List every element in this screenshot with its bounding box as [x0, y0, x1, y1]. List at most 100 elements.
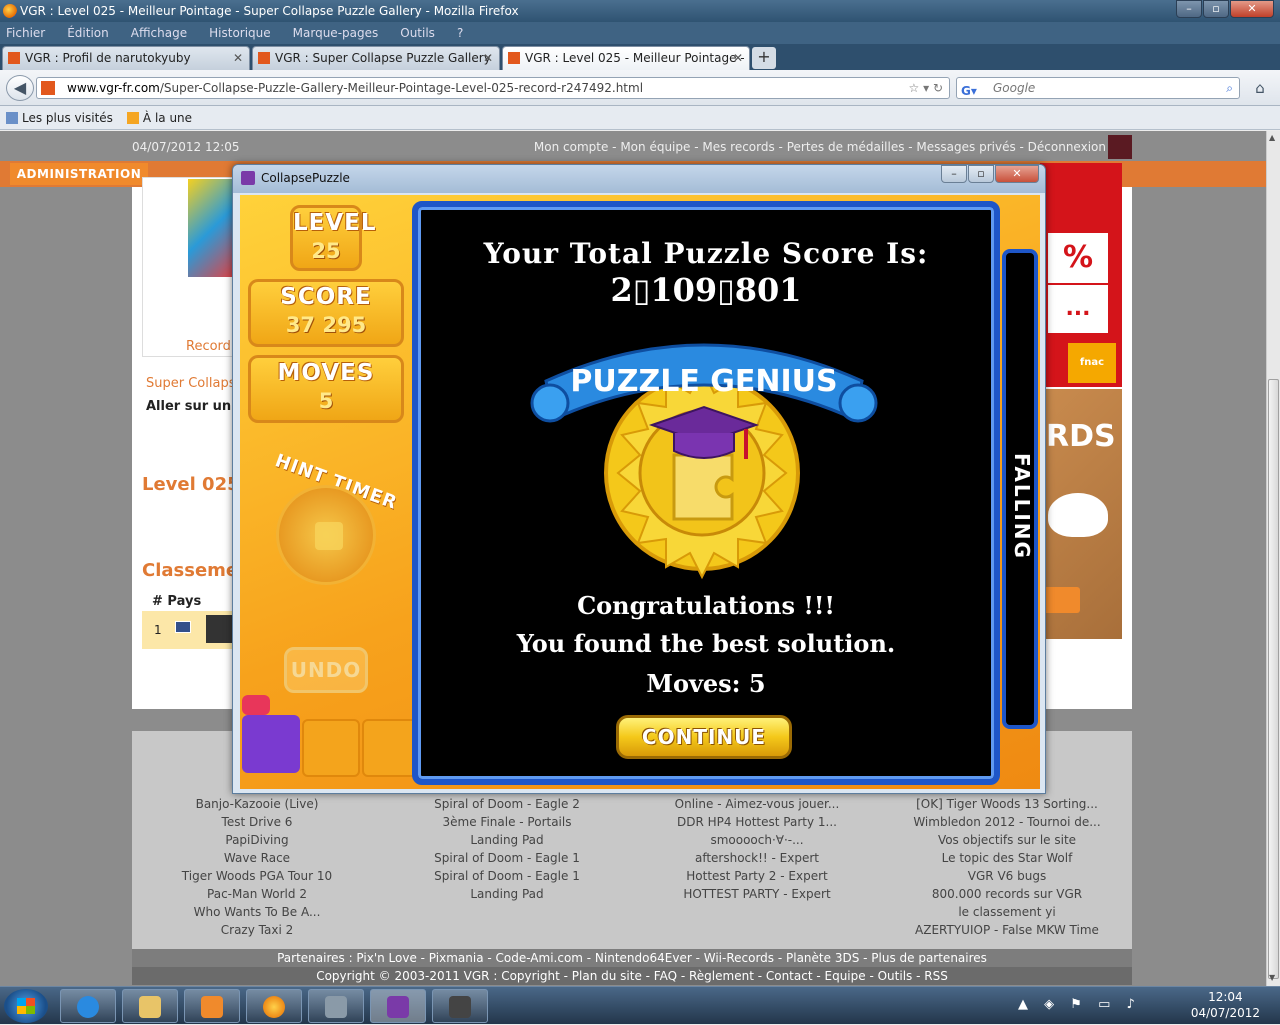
- footer-link[interactable]: Banjo-Kazooie (Live): [132, 795, 382, 813]
- footer-link[interactable]: Wimbledon 2012 - Tournoi de...: [882, 813, 1132, 831]
- taskbar-ie[interactable]: [60, 989, 116, 1023]
- scroll-up-icon[interactable]: ▲: [1269, 133, 1275, 142]
- window-controls: – ▫ ✕: [1175, 0, 1274, 20]
- ranking-row[interactable]: 1: [142, 611, 242, 649]
- tab-close-icon[interactable]: ✕: [233, 47, 243, 69]
- player-avatar[interactable]: [206, 615, 234, 643]
- volume-icon[interactable]: ♪: [1127, 997, 1141, 1012]
- footer-link[interactable]: Spiral of Doom - Eagle 2: [382, 795, 632, 813]
- taskbar-app[interactable]: [308, 989, 364, 1023]
- footer-link[interactable]: Spiral of Doom - Eagle 1: [382, 849, 632, 867]
- footer-link[interactable]: Test Drive 6: [132, 813, 382, 831]
- menu-tools[interactable]: Outils: [400, 22, 435, 44]
- start-button[interactable]: [4, 989, 48, 1023]
- footer-link[interactable]: le classement yi: [882, 903, 1132, 921]
- footer-link[interactable]: AZERTYUIOP - False MKW Time: [882, 921, 1132, 939]
- footer-link[interactable]: Online - Aimez-vous jouer...: [632, 795, 882, 813]
- footer-link[interactable]: Vos objectifs sur le site: [882, 831, 1132, 849]
- footer-link[interactable]: Who Wants To Be A...: [132, 903, 382, 921]
- ad-orange-button[interactable]: [1040, 587, 1080, 613]
- game-link[interactable]: Super Collaps: [146, 376, 235, 391]
- scroll-down-icon[interactable]: ▼: [1269, 973, 1275, 982]
- menu-edit[interactable]: Édition: [67, 22, 109, 44]
- user-avatar[interactable]: [1108, 135, 1132, 159]
- reload-icon[interactable]: ↻: [933, 81, 943, 95]
- footer-link[interactable]: Wave Race: [132, 849, 382, 867]
- back-button[interactable]: ◀: [6, 75, 34, 101]
- tab-label: VGR : Profil de narutokyuby: [25, 51, 191, 65]
- footer-link[interactable]: HOTTEST PARTY - Expert: [632, 885, 882, 903]
- game-maximize-button[interactable]: ▫: [968, 165, 994, 183]
- footer-link[interactable]: [OK] Tiger Woods 13 Sorting...: [882, 795, 1132, 813]
- maximize-button[interactable]: ▫: [1203, 0, 1229, 18]
- admin-button[interactable]: ADMINISTRATION: [10, 163, 148, 185]
- address-bar[interactable]: www.vgr-fr.com/Super-Collapse-Puzzle-Gal…: [36, 77, 950, 99]
- copyright-bar[interactable]: Copyright © 2003-2011 VGR : Copyright - …: [132, 967, 1132, 985]
- close-button[interactable]: ✕: [1230, 0, 1274, 18]
- footer-link[interactable]: PapiDiving: [132, 831, 382, 849]
- undo-button[interactable]: UNDO: [284, 647, 368, 693]
- home-button[interactable]: ⌂: [1248, 77, 1272, 99]
- game-window-controls: – ▫ ✕: [940, 165, 1039, 183]
- account-links[interactable]: Mon compte - Mon équipe - Mes records - …: [534, 135, 1106, 159]
- taskbar-firefox[interactable]: [246, 989, 302, 1023]
- partners-bar[interactable]: Partenaires : Pix'n Love - Pixmania - Co…: [132, 949, 1132, 967]
- tab-close-icon[interactable]: ✕: [483, 47, 493, 69]
- bookmark-most-visited[interactable]: Les plus visités: [6, 106, 113, 129]
- footer-link[interactable]: Hottest Party 2 - Expert: [632, 867, 882, 885]
- flag-icon[interactable]: ⚑: [1070, 997, 1088, 1012]
- menu-view[interactable]: Affichage: [131, 22, 187, 44]
- scroll-thumb[interactable]: [1268, 379, 1279, 979]
- footer-link[interactable]: VGR V6 bugs: [882, 867, 1132, 885]
- page-scrollbar[interactable]: ▲ ▼: [1266, 131, 1280, 986]
- footer-link[interactable]: Landing Pad: [382, 885, 632, 903]
- game-close-button[interactable]: ✕: [995, 165, 1039, 183]
- footer-link[interactable]: DDR HP4 Hottest Party 1...: [632, 813, 882, 831]
- footer-link[interactable]: 800.000 records sur VGR: [882, 885, 1132, 903]
- footer-link[interactable]: 3ème Finale - Portails: [382, 813, 632, 831]
- menu-help[interactable]: ?: [457, 22, 463, 44]
- search-icon[interactable]: ⌕: [1226, 78, 1233, 98]
- footer-link[interactable]: Landing Pad: [382, 831, 632, 849]
- network-icon[interactable]: ◈: [1044, 997, 1060, 1012]
- hint-timer-dial[interactable]: [276, 485, 376, 585]
- record-link[interactable]: Record: [186, 339, 231, 354]
- bookmark-headlines[interactable]: À la une: [126, 106, 193, 129]
- puzzle-piece-icon: [315, 522, 343, 550]
- url-domain: www.vgr-fr.com: [67, 81, 160, 95]
- footer-link[interactable]: smooooch·∀·-...: [632, 831, 882, 849]
- menu-file[interactable]: Fichier: [6, 22, 45, 44]
- game-cover-image[interactable]: [188, 179, 238, 277]
- tab-close-icon[interactable]: ✕: [733, 47, 743, 69]
- taskbar-media-player[interactable]: [184, 989, 240, 1023]
- bookmark-label: À la une: [142, 111, 193, 125]
- continue-button[interactable]: CONTINUE: [616, 715, 792, 759]
- new-tab-button[interactable]: +: [752, 47, 776, 69]
- tab-level-025[interactable]: VGR : Level 025 - Meilleur Pointage - ..…: [502, 46, 750, 70]
- clock[interactable]: 12:04 04/07/2012: [1191, 989, 1260, 1021]
- minimize-button[interactable]: –: [1176, 0, 1202, 18]
- dropdown-icon[interactable]: ▾: [923, 81, 929, 95]
- fnac-ad[interactable]: % ... fnac: [1040, 163, 1122, 387]
- records-ad[interactable]: RDS: [1040, 389, 1122, 639]
- taskbar-explorer[interactable]: [122, 989, 178, 1023]
- tab-label: VGR : Super Collapse Puzzle Gallery: [275, 51, 491, 65]
- menu-history[interactable]: Historique: [209, 22, 271, 44]
- footer-link[interactable]: Crazy Taxi 2: [132, 921, 382, 939]
- taskbar-collapse-puzzle[interactable]: [370, 989, 426, 1023]
- taskbar-game[interactable]: [432, 989, 488, 1023]
- display-icon[interactable]: ▭: [1098, 997, 1116, 1012]
- tray-icons[interactable]: ▲ ◈ ⚑ ▭ ♪: [1018, 997, 1141, 1012]
- search-box[interactable]: G▾ Google ⌕: [956, 77, 1240, 99]
- footer-link[interactable]: Pac-Man World 2: [132, 885, 382, 903]
- menu-bookmarks[interactable]: Marque-pages: [293, 22, 379, 44]
- bookmark-star-icon[interactable]: ☆: [908, 81, 919, 95]
- footer-link[interactable]: Le topic des Star Wolf: [882, 849, 1132, 867]
- tab-gallery[interactable]: VGR : Super Collapse Puzzle Gallery ✕: [252, 46, 500, 70]
- show-hidden-icons-icon[interactable]: ▲: [1018, 997, 1034, 1012]
- footer-link[interactable]: Spiral of Doom - Eagle 1: [382, 867, 632, 885]
- tab-profile[interactable]: VGR : Profil de narutokyuby ✕: [2, 46, 250, 70]
- footer-link[interactable]: Tiger Woods PGA Tour 10: [132, 867, 382, 885]
- footer-link[interactable]: aftershock!! - Expert: [632, 849, 882, 867]
- game-minimize-button[interactable]: –: [941, 165, 967, 183]
